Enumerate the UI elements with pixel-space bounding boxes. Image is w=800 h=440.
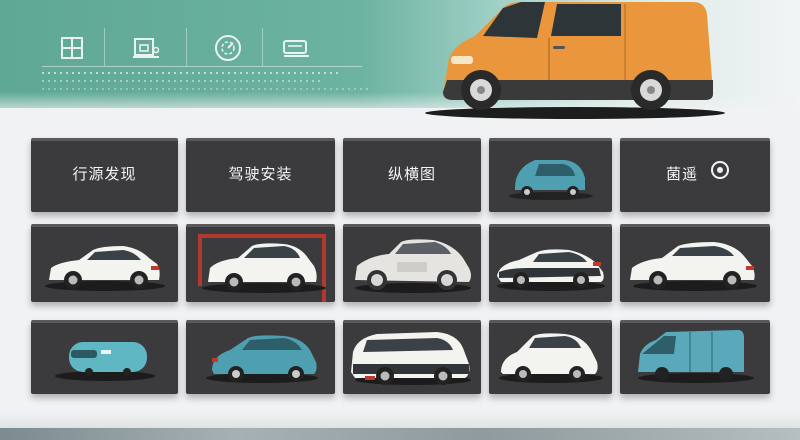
menu-tile[interactable]: 行源发现 <box>31 138 178 212</box>
white-compact-icon <box>499 333 603 383</box>
menu-tile-label: 纵横图 <box>387 164 436 183</box>
footer-fade <box>0 412 800 428</box>
gauge-icon[interactable] <box>208 28 248 68</box>
car-tile[interactable] <box>343 320 481 394</box>
hero-divider <box>104 28 105 66</box>
white-coupe-icon <box>497 249 605 291</box>
gauge-icon <box>711 161 729 179</box>
hero-dotted-rule <box>42 88 372 90</box>
car-tile[interactable] <box>620 320 770 394</box>
car-tile[interactable] <box>186 320 335 394</box>
concept-car-icon <box>355 239 471 293</box>
archive-icon[interactable] <box>126 28 166 68</box>
menu-tile[interactable]: 纵横图 <box>343 138 481 212</box>
car-tile[interactable] <box>343 224 481 302</box>
menu-tile-car[interactable] <box>489 138 612 212</box>
white-hatchback-icon <box>198 234 326 302</box>
menu-tile-label: 行源发现 <box>72 164 137 183</box>
document-icon[interactable] <box>52 28 92 68</box>
teal-van-icon <box>638 330 754 383</box>
menu-tile[interactable]: 驾驶安装 <box>186 138 335 212</box>
hero-dotted-rule <box>42 72 342 74</box>
car-tile[interactable] <box>489 224 612 302</box>
menu-tile-label: 驾驶安装 <box>228 164 293 183</box>
van-illustration <box>425 2 725 119</box>
hero-dotted-rule <box>42 80 322 82</box>
teal-capsule-icon <box>55 342 155 381</box>
hero-rule <box>42 66 362 67</box>
white-hatchback-icon <box>630 242 757 291</box>
white-suv-icon <box>351 332 471 385</box>
hero-divider <box>262 28 263 66</box>
car-tile[interactable] <box>620 224 770 302</box>
car-tile[interactable] <box>31 224 178 302</box>
car-tile-selected[interactable] <box>186 224 335 302</box>
teal-hatchback-icon <box>509 160 593 200</box>
footer-strip <box>0 428 800 440</box>
white-sedan-icon <box>45 246 165 291</box>
teal-sedan-icon <box>206 335 318 383</box>
car-tile[interactable] <box>31 320 178 394</box>
battery-icon[interactable] <box>276 28 316 68</box>
car-tile[interactable] <box>489 320 612 394</box>
menu-tile[interactable]: 菌遥 <box>620 138 770 212</box>
hero-divider <box>186 28 187 66</box>
